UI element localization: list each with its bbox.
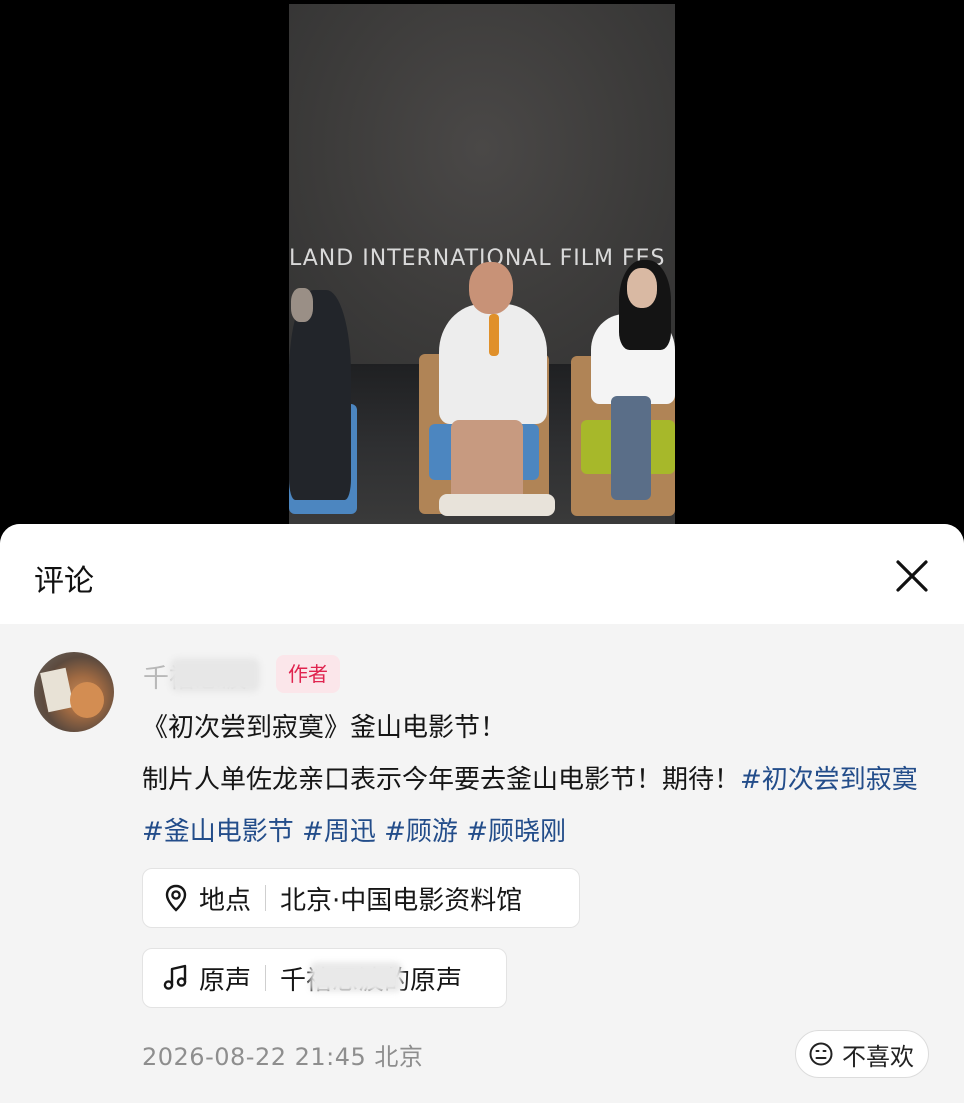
panel-title: 评论 — [34, 564, 94, 599]
comment-text: 《初次尝到寂寞》釜山电影节！ 制片人单佐龙亲口表示今年要去釜山电影节！期待！#初… — [142, 702, 932, 858]
author-badge: 作者 — [276, 655, 340, 693]
hashtag-link[interactable]: #顾晓刚 — [466, 817, 566, 847]
comment-line-2: 制片人单佐龙亲口表示今年要去釜山电影节！期待！#初次尝到寂寞 #釜山电影节 #周… — [142, 754, 932, 858]
avatar-book — [40, 667, 74, 713]
comment-body: 制片人单佐龙亲口表示今年要去釜山电影节！期待！ — [142, 765, 741, 795]
sound-label: 原声 — [199, 965, 252, 996]
hashtag-link[interactable]: #顾游 — [384, 817, 458, 847]
panelist-right-legs — [611, 396, 651, 500]
dislike-button[interactable]: 不喜欢 — [795, 1030, 929, 1078]
sad-face-icon — [809, 1042, 833, 1066]
ip-region: 北京 — [374, 1043, 424, 1071]
location-chip[interactable]: 地点 北京·中国电影资料馆 — [142, 868, 580, 928]
video-frame[interactable]: LAND INTERNATIONAL FILM FES — [289, 4, 675, 524]
comment-item: 千禧思波 作者 《初次尝到寂寞》釜山电影节！ 制片人单佐龙亲口表示今年要去釜山电… — [0, 624, 964, 1103]
location-value: 北京·中国电影资料馆 — [280, 885, 523, 916]
panelist-center-shoes — [439, 494, 555, 516]
location-label: 地点 — [199, 885, 252, 916]
location-pin-icon — [161, 883, 191, 913]
comment-line-1: 《初次尝到寂寞》釜山电影节！ — [142, 713, 507, 743]
hashtag-link[interactable]: #釜山电影节 — [142, 817, 294, 847]
hashtag-link[interactable]: #初次尝到寂寞 — [740, 765, 918, 795]
comments-panel: 评论 千禧思波 作者 《初次尝到寂寞》釜山电影节！ 制片人单佐龙亲口表示今年要去… — [0, 524, 964, 1103]
hashtag-link[interactable]: #周迅 — [302, 817, 376, 847]
chip-divider — [265, 965, 267, 991]
sound-name-mosaic — [310, 962, 402, 992]
music-note-icon — [161, 963, 191, 993]
avatar-cat — [70, 682, 104, 718]
comment-meta: 2026-08-22 21:45 北京 — [142, 1037, 423, 1072]
close-icon — [896, 560, 928, 592]
comments-header: 评论 — [0, 524, 964, 624]
avatar[interactable] — [34, 652, 114, 732]
microphone — [489, 314, 499, 356]
panelist-center-head — [469, 262, 513, 314]
chip-divider — [265, 885, 267, 911]
timestamp: 2026-08-22 21:45 — [142, 1043, 367, 1071]
close-button[interactable] — [890, 554, 934, 598]
username-mosaic — [170, 658, 260, 692]
video-player[interactable]: LAND INTERNATIONAL FILM FES — [0, 0, 964, 540]
panelist-right-face — [627, 268, 657, 308]
panelist-left-head — [291, 288, 313, 322]
dislike-label: 不喜欢 — [842, 1042, 914, 1071]
